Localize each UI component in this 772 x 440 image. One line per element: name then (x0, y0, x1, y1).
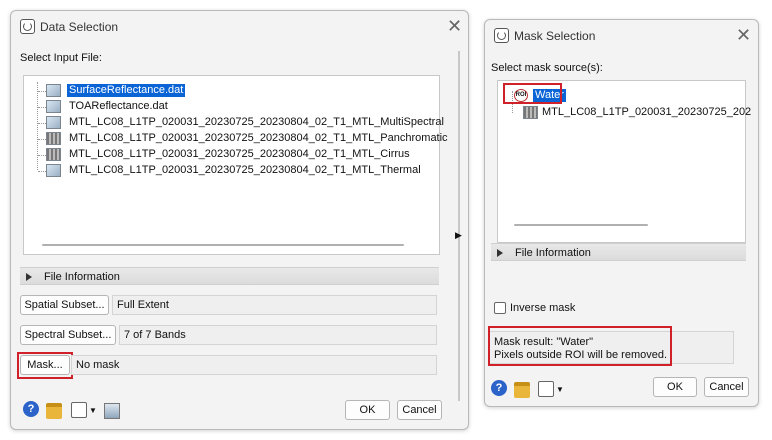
tree-connector (38, 123, 46, 124)
spatial-subset-button[interactable]: Spatial Subset... (20, 295, 109, 315)
horizontal-scrollbar[interactable] (514, 224, 648, 226)
raster-icon (46, 116, 61, 129)
app-icon (20, 19, 35, 34)
dialog-title: Data Selection (40, 20, 119, 34)
data-selection-dialog: Data Selection ✕ Select Input File: Surf… (10, 10, 469, 430)
cancel-button[interactable]: Cancel (397, 400, 442, 420)
dialog-title: Mask Selection (514, 29, 596, 43)
vertical-scrollbar[interactable] (458, 51, 460, 401)
dropdown-arrow-icon[interactable]: ▼ (556, 385, 564, 394)
mask-source-name: MTL_LC08_L1TP_020031_20230725_202 (542, 106, 752, 118)
select-input-file-label: Select Input File: (20, 52, 102, 64)
options-menu-icon[interactable] (71, 402, 87, 418)
open-folder-icon[interactable] (46, 403, 62, 419)
file-information-label: File Information (44, 271, 120, 283)
grayscale-raster-icon (46, 132, 61, 145)
spectral-subset-button[interactable]: Spectral Subset... (20, 325, 116, 345)
expand-triangle-icon (497, 249, 503, 257)
open-folder-icon[interactable] (514, 382, 530, 398)
file-information-section[interactable]: File Information (20, 267, 439, 285)
cancel-button[interactable]: Cancel (704, 377, 749, 397)
display-icon[interactable] (104, 403, 120, 419)
water-roi-highlight (503, 83, 562, 104)
dropdown-arrow-icon[interactable]: ▼ (89, 406, 97, 415)
inverse-mask-label: Inverse mask (510, 302, 576, 314)
help-icon[interactable]: ? (23, 401, 39, 417)
mask-result-highlight (488, 326, 672, 366)
ok-button[interactable]: OK (345, 400, 390, 420)
raster-icon (46, 100, 61, 113)
file-information-section[interactable]: File Information (491, 243, 746, 261)
mask-selection-titlebar[interactable]: Mask Selection ✕ (485, 20, 758, 50)
mask-source-tree[interactable]: ROI Water MTL_LC08_L1TP_020031_20230725_20… (497, 80, 751, 243)
file-information-label: File Information (515, 247, 591, 259)
horizontal-scrollbar[interactable] (42, 244, 404, 246)
spatial-subset-value: Full Extent (112, 295, 437, 315)
file-name: TOAReflectance.dat (69, 100, 168, 112)
tree-connector (38, 155, 46, 156)
raster-icon (46, 164, 61, 177)
grayscale-raster-icon (46, 148, 61, 161)
ok-button[interactable]: OK (653, 377, 697, 397)
data-selection-titlebar[interactable]: Data Selection ✕ (11, 11, 468, 41)
file-name: MTL_LC08_L1TP_020031_20230725_20230804_0… (69, 164, 421, 176)
close-icon[interactable]: ✕ (736, 26, 751, 44)
mask-button-highlight (17, 352, 73, 379)
splitter-arrow-icon[interactable]: ▶ (455, 230, 462, 241)
select-mask-source-label: Select mask source(s): (491, 62, 603, 74)
file-name: MTL_LC08_L1TP_020031_20230725_20230804_0… (69, 132, 448, 144)
mask-selection-dialog: Mask Selection ✕ Select mask source(s): … (484, 19, 759, 407)
options-menu-icon[interactable] (538, 381, 554, 397)
file-name: MTL_LC08_L1TP_020031_20230725_20230804_0… (69, 148, 410, 160)
input-file-tree[interactable]: SurfaceReflectance.dat TOAReflectance.dat… (23, 75, 448, 255)
expand-triangle-icon (26, 273, 32, 281)
mask-value: No mask (71, 355, 437, 375)
tree-connector (38, 171, 46, 172)
tree-connector (38, 107, 46, 108)
raster-icon (46, 84, 61, 97)
close-icon[interactable]: ✕ (447, 17, 462, 35)
tree-connector (38, 91, 46, 92)
app-icon (494, 28, 509, 43)
tree-connector (38, 139, 46, 140)
spectral-subset-value: 7 of 7 Bands (119, 325, 437, 345)
help-icon[interactable]: ? (491, 380, 507, 396)
file-name: SurfaceReflectance.dat (67, 84, 186, 97)
file-name: MTL_LC08_L1TP_020031_20230725_20230804_0… (69, 116, 444, 128)
raster-icon (523, 106, 538, 119)
inverse-mask-checkbox[interactable] (494, 302, 506, 314)
tree-connector (37, 82, 38, 170)
